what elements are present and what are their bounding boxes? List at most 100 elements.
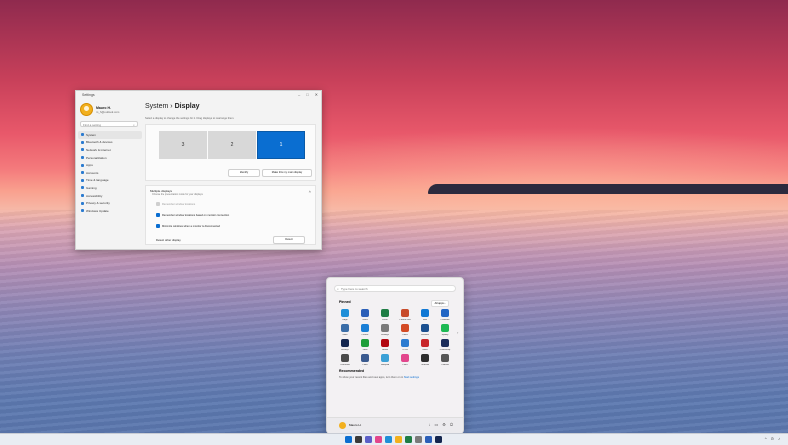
taskbar-app-icon[interactable] [435, 436, 442, 443]
app-label: Clock [362, 364, 368, 366]
taskbar-app-icon[interactable] [405, 436, 412, 443]
option-label: Remember window locations [162, 202, 196, 206]
taskbar-app-icon[interactable] [365, 436, 372, 443]
taskbar-app-icon[interactable] [385, 436, 392, 443]
app-label: Store [342, 334, 348, 336]
all-apps-button[interactable]: All apps › [431, 300, 449, 307]
brush-icon [81, 156, 84, 160]
sidebar-item-network[interactable]: Network & internet [78, 146, 142, 154]
app-label: Photoshop [439, 349, 451, 351]
footer-user-name[interactable]: Mauro H. [349, 423, 361, 427]
sidebar-item-label: Windows Update [86, 208, 109, 213]
option-label: Minimize windows when a monitor is disco… [162, 224, 220, 228]
app-label: Paint [402, 364, 408, 366]
settings-titlebar[interactable]: Settings – □ ✕ [76, 91, 321, 99]
app-label: Excel [382, 319, 388, 321]
display-arrangement: 3 2 1 Identify Make this my main display [145, 124, 316, 181]
option-remember-by-connection[interactable]: Remember window locations based on monit… [156, 213, 229, 217]
app-icon [421, 309, 429, 317]
settings-window-title: Settings [82, 93, 95, 97]
gear-icon[interactable]: ⚙ [442, 422, 446, 427]
taskbar-app-icon[interactable] [415, 436, 422, 443]
app-icon [381, 324, 389, 332]
app-label: Edge [342, 319, 348, 321]
sidebar-item-label: Bluetooth & devices [86, 140, 113, 145]
sidebar-item-time-language[interactable]: Time & language [78, 177, 142, 185]
pinned-app[interactable]: Camera [435, 354, 455, 372]
network-icon[interactable]: ⊙ [771, 436, 774, 441]
start-settings-link[interactable]: Start settings [404, 376, 419, 379]
sidebar-item-accessibility[interactable]: Accessibility [78, 192, 142, 200]
app-icon [381, 309, 389, 317]
chevron-up-icon[interactable]: ^ [765, 436, 767, 441]
settings-search-input[interactable]: Find a setting ⌕ [80, 121, 138, 127]
breadcrumb-parent[interactable]: System [145, 103, 168, 110]
taskbar-app-icon[interactable] [425, 436, 432, 443]
power-icon[interactable]: ⏻ [450, 422, 453, 427]
search-icon: ⌕ [337, 287, 339, 291]
breadcrumb-separator: › [170, 103, 173, 110]
identify-button[interactable]: Identify [228, 169, 260, 177]
search-placeholder: Type here to search [341, 287, 368, 291]
display-description: Select a display to change the settings … [145, 117, 235, 120]
monitor-3[interactable]: 3 [159, 131, 207, 159]
close-button[interactable]: ✕ [315, 92, 318, 97]
app-icon [341, 339, 349, 347]
settings-sidebar: Mauro H. m_h@outlook.com Find a setting … [76, 99, 144, 249]
monitor-2[interactable]: 2 [208, 131, 256, 159]
monitor-icon [81, 133, 84, 137]
app-icon [441, 324, 449, 332]
pinned-app[interactable]: Paint [395, 354, 415, 372]
maximize-button[interactable]: □ [306, 92, 308, 97]
sidebar-item-personalization[interactable]: Personalization [78, 154, 142, 162]
checkbox[interactable] [156, 202, 160, 206]
avatar [80, 103, 93, 116]
app-icon [341, 309, 349, 317]
sidebar-item-gaming[interactable]: Gaming [78, 184, 142, 192]
sidebar-item-update[interactable]: Windows Update [78, 207, 142, 215]
checkbox[interactable] [156, 224, 160, 228]
pinned-app[interactable]: Notepad [375, 354, 395, 372]
settings-window: Settings – □ ✕ Mauro H. m_h@outlook.com … [75, 90, 322, 250]
chevron-right-icon[interactable]: › [457, 330, 458, 335]
volume-icon[interactable]: ♪ [778, 436, 780, 441]
taskbar-app-icon[interactable] [355, 436, 362, 443]
taskbar: ^ ⊙ ♪ [0, 433, 788, 445]
sidebar-item-system[interactable]: System [78, 131, 142, 139]
app-icon [401, 339, 409, 347]
sidebar-item-label: Personalization [86, 155, 107, 160]
sidebar-item-privacy[interactable]: Privacy & security [78, 199, 142, 207]
taskbar-app-icon[interactable] [375, 436, 382, 443]
bluetooth-icon [81, 140, 84, 144]
start-footer: Mauro H. ↓ ▭ ⚙ ⏻ [327, 417, 463, 434]
app-label: Xbox [362, 349, 368, 351]
multiple-displays-subtitle: Choose the presentation mode for your di… [152, 193, 203, 196]
avatar[interactable] [339, 422, 346, 429]
accessibility-icon [81, 194, 84, 198]
minimize-button[interactable]: – [298, 92, 300, 97]
folder-icon[interactable]: ▭ [434, 422, 438, 427]
sidebar-item-apps[interactable]: Apps [78, 161, 142, 169]
chevron-up-icon[interactable]: ˄ [309, 189, 311, 194]
pinned-app[interactable]: Terminal [415, 354, 435, 372]
option-minimize-on-disconnect[interactable]: Minimize windows when a monitor is disco… [156, 224, 220, 228]
make-main-display-button[interactable]: Make this my main display [262, 169, 312, 177]
wallpaper-island [428, 184, 788, 194]
user-profile[interactable]: Mauro H. m_h@outlook.com [80, 103, 119, 116]
sidebar-item-accounts[interactable]: Accounts [78, 169, 142, 177]
start-search-input[interactable]: ⌕ Type here to search [334, 285, 456, 292]
search-icon: ⌕ [133, 123, 135, 127]
app-icon [401, 309, 409, 317]
sidebar-item-bluetooth[interactable]: Bluetooth & devices [78, 139, 142, 147]
checkbox[interactable] [156, 213, 160, 217]
pinned-heading: Pinned [339, 300, 351, 304]
option-remember-locations[interactable]: Remember window locations [156, 202, 195, 206]
detect-button[interactable]: Detect [273, 236, 305, 244]
multiple-displays-section: Multiple displays Choose the presentatio… [145, 185, 316, 245]
download-icon[interactable]: ↓ [428, 422, 430, 427]
sidebar-item-label: Accounts [86, 170, 99, 175]
monitor-1[interactable]: 1 [257, 131, 305, 159]
taskbar-app-icon[interactable] [395, 436, 402, 443]
start-button-icon[interactable] [345, 436, 352, 443]
app-label: Notepad [380, 364, 390, 366]
